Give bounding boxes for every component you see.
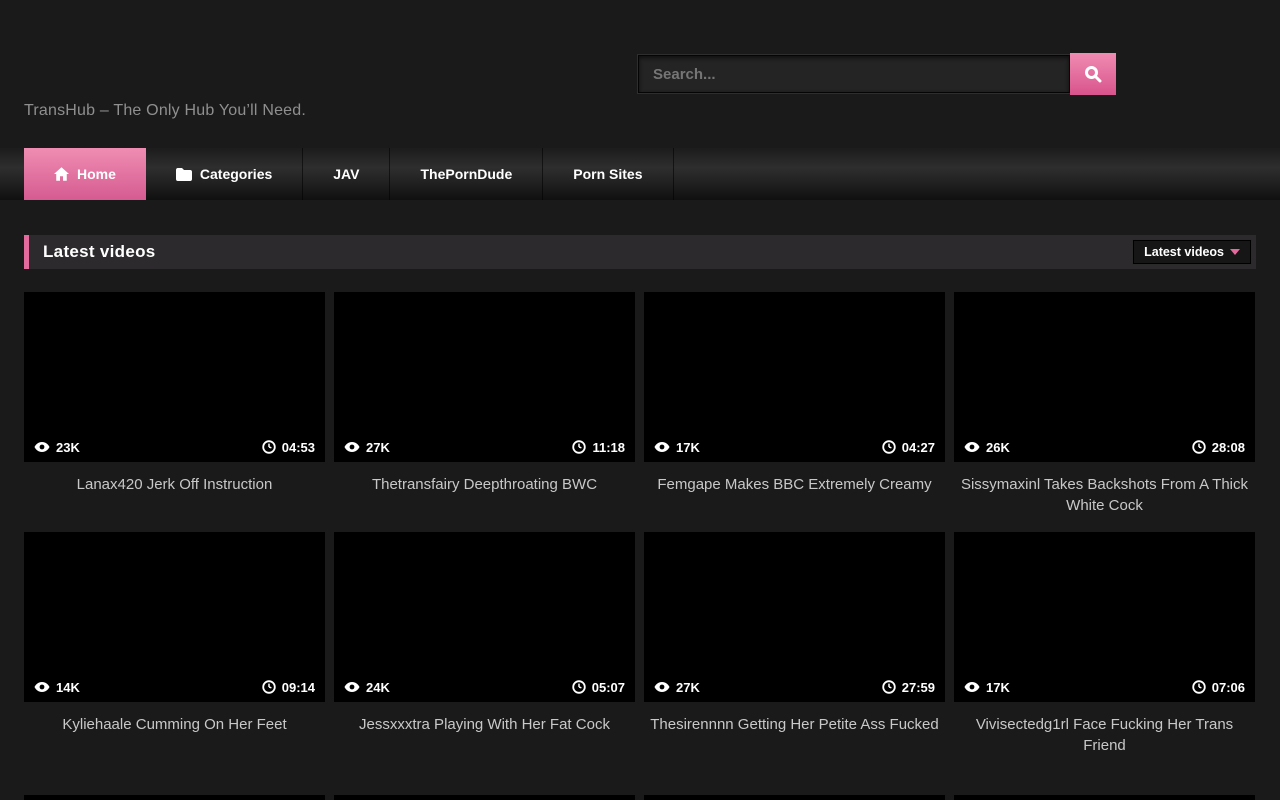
video-card[interactable]: 17K 04:27 Femgape Makes BBC Extremely Cr…	[644, 292, 945, 532]
video-duration: 27:59	[882, 680, 935, 695]
view-count: 23K	[34, 440, 80, 455]
folder-icon	[176, 168, 192, 181]
main-nav: Home Categories JAV ThePornDude Porn Sit…	[0, 148, 1280, 200]
video-card-partial[interactable]	[24, 795, 325, 800]
nav-tab-label: Home	[77, 166, 116, 182]
view-count: 27K	[654, 680, 700, 695]
video-thumbnail[interactable]: 26K 28:08	[954, 292, 1255, 462]
video-thumbnail[interactable]: 27K 27:59	[644, 532, 945, 702]
clock-icon	[262, 440, 276, 454]
search-input[interactable]	[638, 55, 1070, 93]
video-stats: 27K 27:59	[644, 672, 945, 702]
home-icon	[54, 167, 69, 181]
nav-tab-home[interactable]: Home	[24, 148, 146, 200]
video-thumbnail[interactable]: 24K 05:07	[334, 532, 635, 702]
view-count: 24K	[344, 680, 390, 695]
eye-icon	[344, 441, 360, 453]
video-duration: 09:14	[262, 680, 315, 695]
video-card[interactable]: 27K 11:18 Thetransfairy Deepthroating BW…	[334, 292, 635, 532]
section-title: Latest videos	[43, 242, 156, 262]
section-accent-bar	[24, 235, 29, 269]
video-stats: 14K 09:14	[24, 672, 325, 702]
nav-tab-label: Categories	[200, 166, 272, 182]
video-title[interactable]: Vivisectedg1rl Face Fucking Her Trans Fr…	[954, 702, 1255, 756]
video-grid-next-row	[24, 795, 1256, 800]
video-stats: 26K 28:08	[954, 432, 1255, 462]
video-thumbnail[interactable]: 23K 04:53	[24, 292, 325, 462]
nav-tab-porn-sites[interactable]: Porn Sites	[543, 148, 673, 200]
video-title[interactable]: Sissymaxinl Takes Backshots From A Thick…	[954, 462, 1255, 516]
video-card[interactable]: 17K 07:06 Vivisectedg1rl Face Fucking He…	[954, 532, 1255, 772]
video-duration: 07:06	[1192, 680, 1245, 695]
nav-tab-label: JAV	[333, 166, 359, 182]
video-card[interactable]: 27K 27:59 Thesirennnn Getting Her Petite…	[644, 532, 945, 772]
clock-icon	[1192, 680, 1206, 694]
video-duration: 05:07	[572, 680, 625, 695]
view-count: 14K	[34, 680, 80, 695]
video-title[interactable]: Jessxxxtra Playing With Her Fat Cock	[334, 702, 635, 735]
view-count: 27K	[344, 440, 390, 455]
video-thumbnail[interactable]: 17K 04:27	[644, 292, 945, 462]
video-thumbnail[interactable]: 27K 11:18	[334, 292, 635, 462]
eye-icon	[964, 681, 980, 693]
view-count: 17K	[964, 680, 1010, 695]
latest-videos-header: Latest videos Latest videos	[24, 235, 1256, 269]
video-card[interactable]: 24K 05:07 Jessxxxtra Playing With Her Fa…	[334, 532, 635, 772]
video-stats: 24K 05:07	[334, 672, 635, 702]
video-thumbnail[interactable]	[334, 795, 635, 800]
eye-icon	[654, 441, 670, 453]
video-card[interactable]: 26K 28:08 Sissymaxinl Takes Backshots Fr…	[954, 292, 1255, 532]
sort-dropdown-label: Latest videos	[1144, 245, 1224, 259]
video-card[interactable]: 23K 04:53 Lanax420 Jerk Off Instruction	[24, 292, 325, 532]
video-stats: 17K 04:27	[644, 432, 945, 462]
video-card-partial[interactable]	[954, 795, 1255, 800]
video-stats: 17K 07:06	[954, 672, 1255, 702]
search-button[interactable]	[1070, 53, 1116, 95]
video-stats: 27K 11:18	[334, 432, 635, 462]
clock-icon	[572, 440, 586, 454]
eye-icon	[964, 441, 980, 453]
clock-icon	[572, 680, 586, 694]
video-thumbnail[interactable]	[24, 795, 325, 800]
view-count: 26K	[964, 440, 1010, 455]
video-title[interactable]: Femgape Makes BBC Extremely Creamy	[644, 462, 945, 495]
clock-icon	[1192, 440, 1206, 454]
eye-icon	[34, 681, 50, 693]
nav-tab-label: ThePornDude	[420, 166, 512, 182]
nav-tab-theporndude[interactable]: ThePornDude	[390, 148, 543, 200]
site-tagline: TransHub – The Only Hub You’ll Need.	[24, 102, 306, 120]
site-header: TransHub – The Only Hub You’ll Need.	[0, 0, 1280, 148]
search-icon	[1084, 65, 1102, 83]
video-title[interactable]: Thesirennnn Getting Her Petite Ass Fucke…	[644, 702, 945, 735]
video-duration: 28:08	[1192, 440, 1245, 455]
eye-icon	[344, 681, 360, 693]
video-duration: 04:27	[882, 440, 935, 455]
search-bar	[638, 53, 1116, 95]
video-title[interactable]: Lanax420 Jerk Off Instruction	[24, 462, 325, 495]
video-card-partial[interactable]	[334, 795, 635, 800]
eye-icon	[34, 441, 50, 453]
video-thumbnail[interactable]: 17K 07:06	[954, 532, 1255, 702]
video-thumbnail[interactable]	[644, 795, 945, 800]
clock-icon	[882, 440, 896, 454]
video-duration: 04:53	[262, 440, 315, 455]
view-count: 17K	[654, 440, 700, 455]
video-stats: 23K 04:53	[24, 432, 325, 462]
video-duration: 11:18	[572, 440, 625, 455]
nav-tab-jav[interactable]: JAV	[303, 148, 390, 200]
nav-tab-categories[interactable]: Categories	[146, 148, 303, 200]
video-title[interactable]: Kyliehaale Cumming On Her Feet	[24, 702, 325, 735]
video-thumbnail[interactable]: 14K 09:14	[24, 532, 325, 702]
eye-icon	[654, 681, 670, 693]
video-thumbnail[interactable]	[954, 795, 1255, 800]
chevron-down-icon	[1230, 249, 1240, 255]
clock-icon	[262, 680, 276, 694]
video-card-partial[interactable]	[644, 795, 945, 800]
video-title[interactable]: Thetransfairy Deepthroating BWC	[334, 462, 635, 495]
clock-icon	[882, 680, 896, 694]
video-card[interactable]: 14K 09:14 Kyliehaale Cumming On Her Feet	[24, 532, 325, 772]
sort-dropdown[interactable]: Latest videos	[1133, 240, 1251, 264]
video-grid: 23K 04:53 Lanax420 Jerk Off Instruction	[24, 292, 1256, 772]
nav-tab-label: Porn Sites	[573, 166, 642, 182]
